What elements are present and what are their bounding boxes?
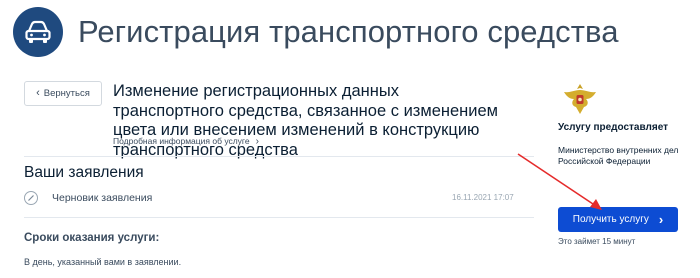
divider: [24, 217, 534, 218]
terms-text: В день, указанный вами в заявлении.: [24, 257, 182, 267]
service-title: Изменение регистрационных данных транспо…: [113, 82, 499, 159]
divider: [24, 156, 534, 157]
service-details-link[interactable]: Подробная информация об услуге ›: [113, 136, 259, 147]
back-button[interactable]: ‹ Вернуться: [24, 81, 102, 106]
get-service-button-label: Получить услугу: [572, 214, 649, 225]
terms-heading: Сроки оказания услуги:: [24, 232, 160, 244]
get-service-button[interactable]: Получить услугу ›: [558, 207, 678, 232]
provider-name: Министерство внутренних дел Российской Ф…: [558, 145, 679, 166]
applications-heading: Ваши заявления: [24, 164, 144, 181]
back-button-label: Вернуться: [43, 88, 90, 99]
service-logo: [13, 7, 63, 57]
application-draft-link[interactable]: Черновик заявления: [52, 192, 152, 204]
emblem-icon: [564, 84, 596, 114]
draft-icon: [24, 191, 38, 205]
chevron-right-icon: ›: [658, 211, 664, 227]
duration-note: Это займет 15 минут: [558, 237, 636, 246]
car-icon: [25, 20, 51, 43]
chevron-right-icon: ›: [255, 136, 259, 147]
details-link-label: Подробная информация об услуге: [113, 136, 250, 146]
provider-heading: Услугу предоставляет: [558, 122, 669, 133]
chevron-left-icon: ‹: [36, 87, 40, 99]
application-date: 16.11.2021 17:07: [452, 193, 514, 202]
page-title: Регистрация транспортного средства: [78, 14, 619, 49]
